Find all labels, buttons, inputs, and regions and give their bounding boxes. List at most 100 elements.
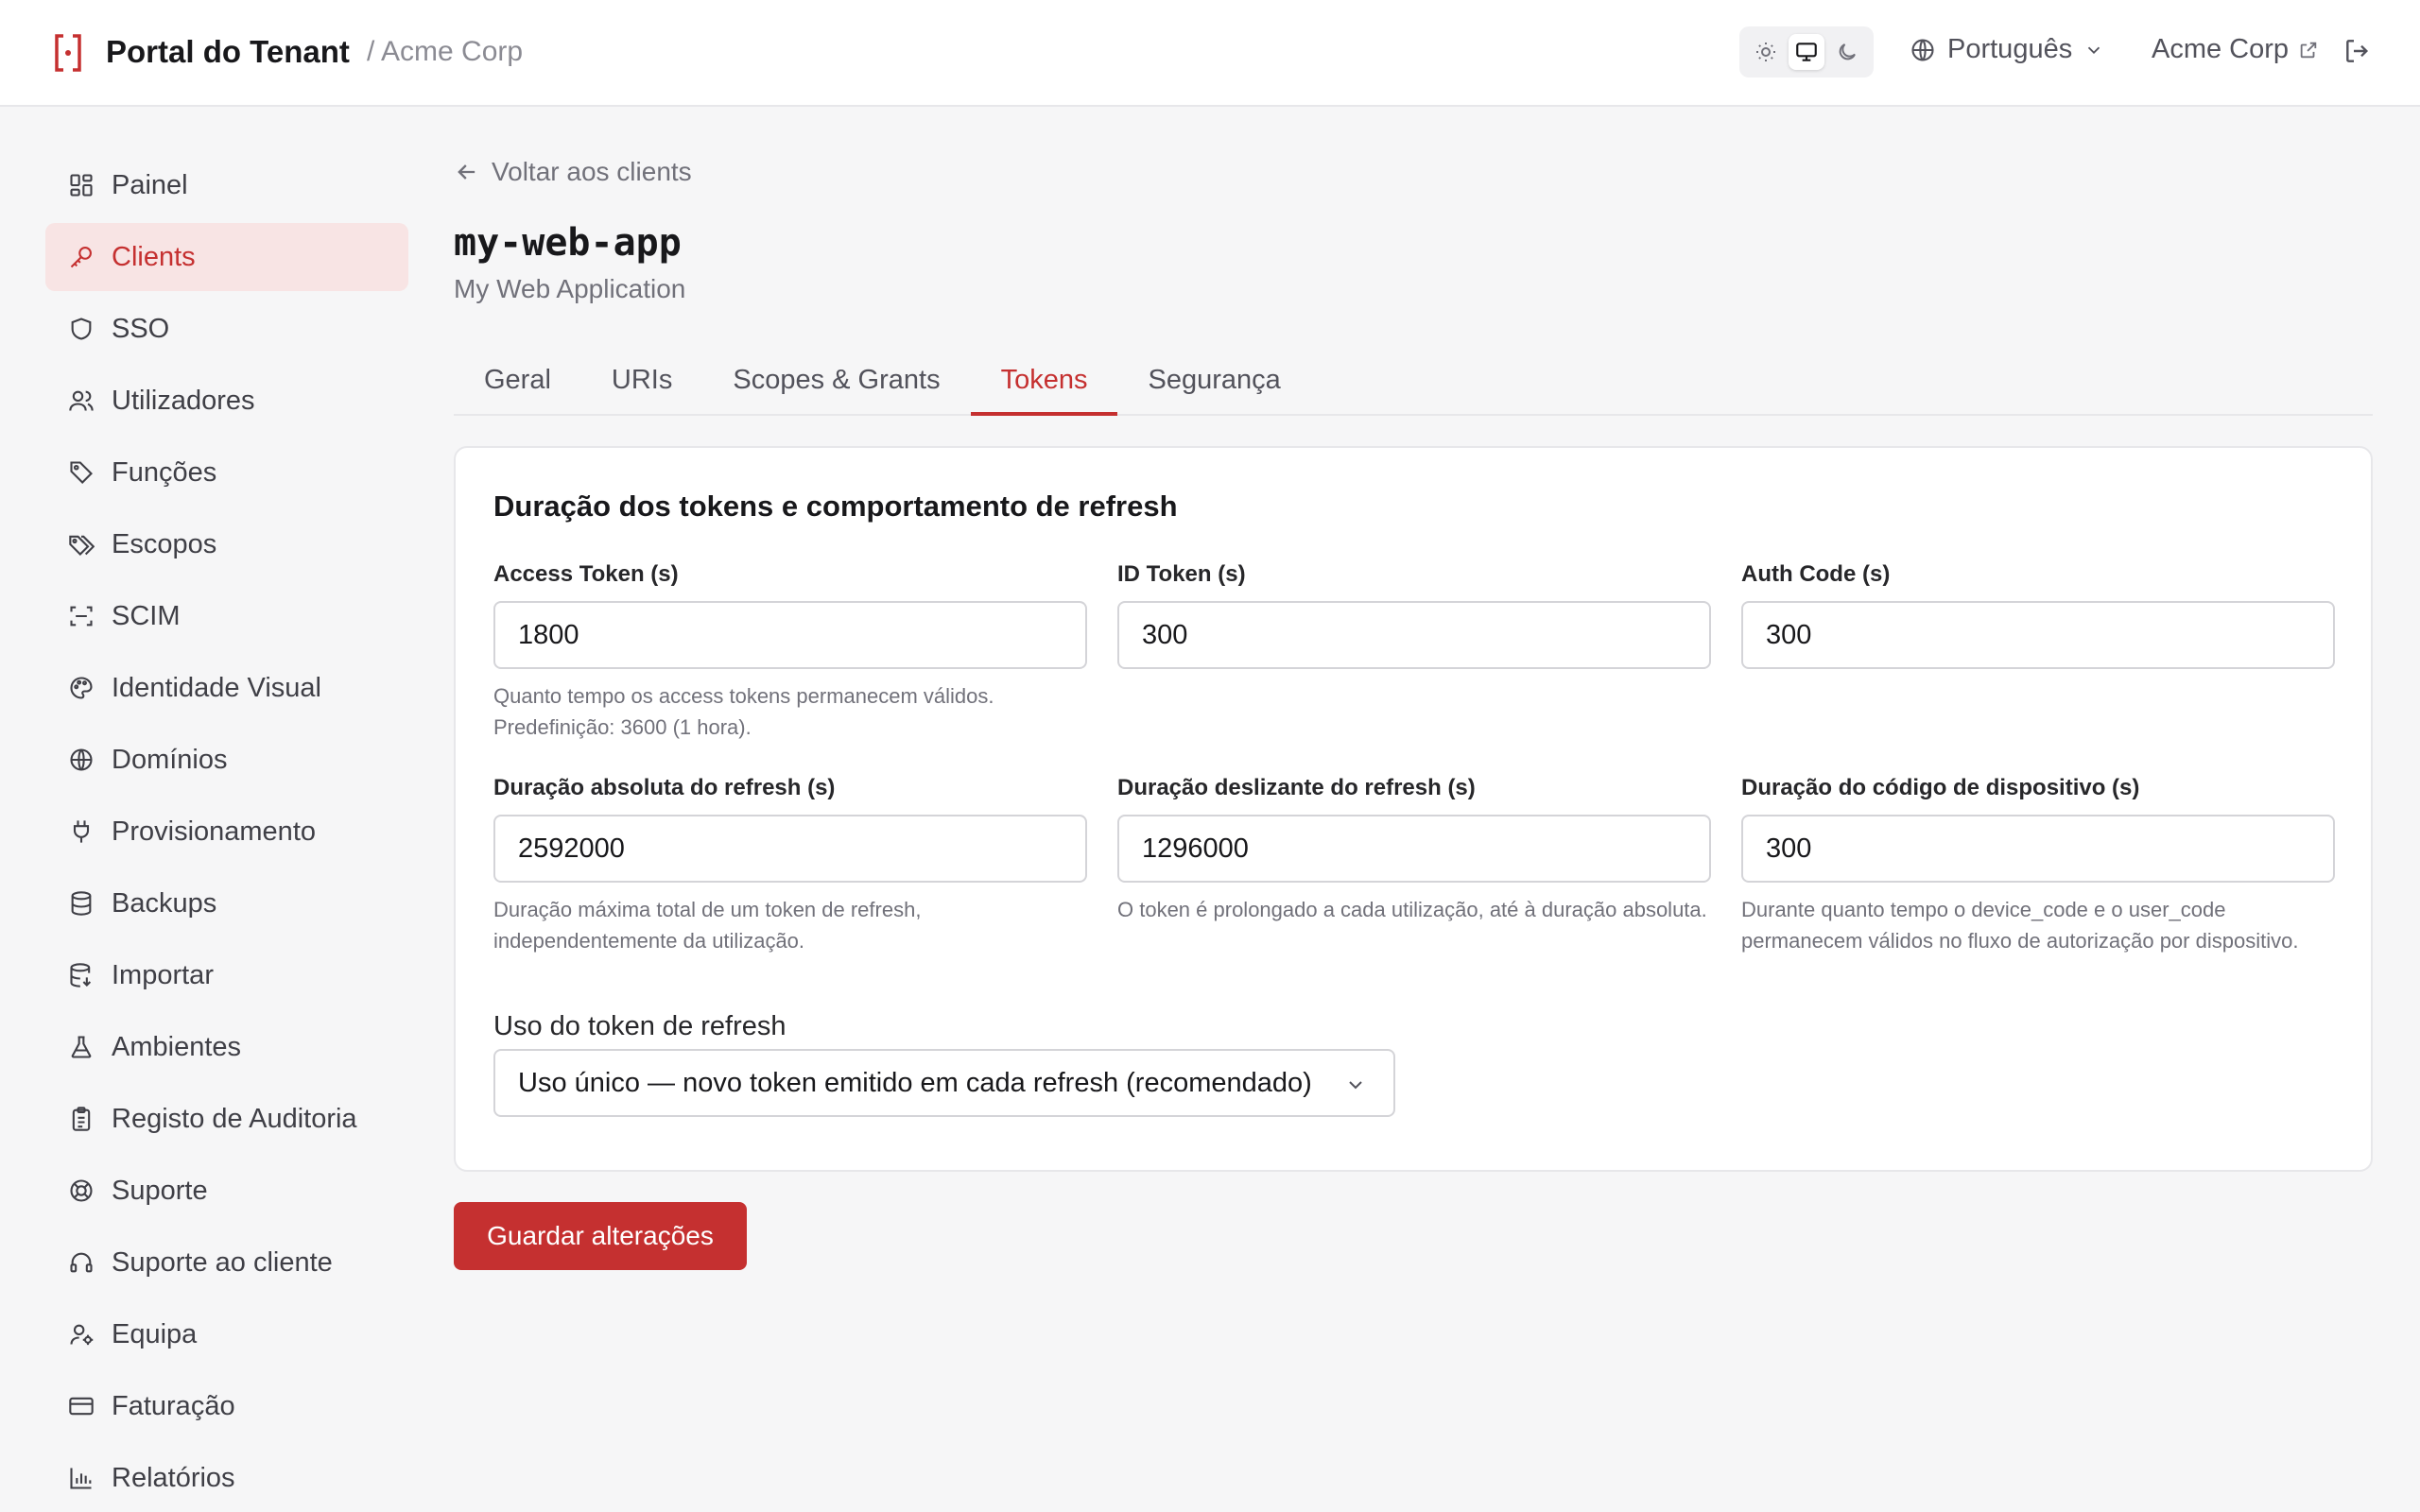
back-to-clients-link[interactable]: Voltar aos clients xyxy=(454,151,2373,193)
language-selector[interactable]: Português xyxy=(1910,34,2104,65)
sidebar-item-funcoes[interactable]: Funções xyxy=(45,438,408,507)
sidebar-item-sso[interactable]: SSO xyxy=(45,295,408,363)
sun-icon xyxy=(1755,43,1775,61)
chevron-down-icon xyxy=(2088,46,2100,54)
refresh-usage-label: Uso do token de refresh xyxy=(493,1011,786,1041)
refresh-absolute-help: Duração máxima total de um token de refr… xyxy=(493,898,922,953)
sidebar-item-backups[interactable]: Backups xyxy=(45,869,408,937)
scan-icon xyxy=(70,606,93,627)
sidebar-item-painel[interactable]: Painel xyxy=(45,151,408,219)
id-token-label: ID Token (s) xyxy=(1117,561,1246,587)
sidebar-item-escopos[interactable]: Escopos xyxy=(45,510,408,578)
sidebar: Painel Clients SSO Utilizadores Funções … xyxy=(45,151,408,1512)
sidebar-item-label: Clients xyxy=(112,241,196,272)
sidebar-item-label: Escopos xyxy=(112,528,217,559)
tab-geral[interactable]: Geral xyxy=(454,353,581,416)
sidebar-item-label: Registo de Auditoria xyxy=(112,1103,357,1134)
database-icon xyxy=(71,891,92,916)
auth-code-input[interactable]: 300 xyxy=(1741,601,2335,669)
light-theme-button[interactable] xyxy=(1748,34,1784,70)
access-token-field-group: Access Token (s) 1800 Quanto tempo os ac… xyxy=(493,561,1087,743)
refresh-usage-select[interactable]: Uso único — novo token emitido em cada r… xyxy=(493,1049,1395,1117)
refresh-absolute-label: Duração absoluta do refresh (s) xyxy=(493,775,836,800)
id-token-input[interactable]: 300 xyxy=(1117,601,1711,669)
sidebar-item-suporte[interactable]: Suporte xyxy=(45,1157,408,1225)
refresh-sliding-field-group: Duração deslizante do refresh (s) 129600… xyxy=(1117,775,1711,925)
refresh-sliding-input[interactable]: 1296000 xyxy=(1117,815,1711,883)
tenant-external-link[interactable]: Acme Corp xyxy=(2152,34,2319,65)
tab-scopes-grants[interactable]: Scopes & Grants xyxy=(702,353,970,416)
brand-logo xyxy=(53,32,83,74)
globe-icon xyxy=(1911,38,1934,61)
sidebar-item-label: Relatórios xyxy=(112,1462,235,1493)
headset-icon xyxy=(70,1252,93,1273)
logout-button[interactable] xyxy=(2342,36,2373,71)
tab-tokens[interactable]: Tokens xyxy=(970,353,1118,416)
refresh-absolute-input[interactable]: 2592000 xyxy=(493,815,1087,883)
sidebar-item-importar[interactable]: Importar xyxy=(45,941,408,1009)
sidebar-item-label: Suporte ao cliente xyxy=(112,1246,333,1278)
sidebar-item-label: Funções xyxy=(112,456,217,488)
tags-icon xyxy=(69,535,95,556)
sidebar-item-utilizadores[interactable]: Utilizadores xyxy=(45,367,408,435)
access-token-help: Quanto tempo os access tokens permanecem… xyxy=(493,684,994,739)
logout-icon xyxy=(2346,40,2369,62)
back-link-label: Voltar aos clients xyxy=(492,157,692,186)
external-link-icon xyxy=(2300,42,2317,58)
sidebar-item-clients[interactable]: Clients xyxy=(45,223,408,291)
refresh-absolute-field-group: Duração absoluta do refresh (s) 2592000 … xyxy=(493,775,1087,956)
sidebar-item-provisionamento[interactable]: Provisionamento xyxy=(45,798,408,866)
dark-theme-button[interactable] xyxy=(1829,34,1865,70)
user-gear-icon xyxy=(70,1324,94,1346)
tenant-breadcrumb: / Acme Corp xyxy=(367,36,524,67)
device-code-help: Durante quanto tempo o device_code e o u… xyxy=(1741,898,2299,953)
globe-icon xyxy=(70,748,93,771)
sidebar-item-label: Domínios xyxy=(112,744,228,775)
save-changes-button[interactable]: Guardar alterações xyxy=(454,1202,747,1270)
theme-switcher xyxy=(1739,26,1874,77)
device-code-field-group: Duração do código de dispositivo (s) 300… xyxy=(1741,775,2335,956)
tenant-link-label: Acme Corp xyxy=(2152,34,2290,64)
page-title: my-web-app xyxy=(454,221,682,265)
credit-card-icon xyxy=(69,1397,94,1416)
sidebar-item-scim[interactable]: SCIM xyxy=(45,582,408,650)
device-code-label: Duração do código de dispositivo (s) xyxy=(1741,775,2140,800)
client-tabs: Geral URIs Scopes & Grants Tokens Segura… xyxy=(454,353,2373,416)
lifebuoy-icon xyxy=(70,1179,93,1202)
refresh-sliding-help: O token é prolongado a cada utilização, … xyxy=(1117,898,1707,921)
language-label: Português xyxy=(1947,34,2073,64)
monitor-icon xyxy=(1796,43,1817,61)
sidebar-item-label: Suporte xyxy=(112,1175,208,1206)
device-code-input[interactable]: 300 xyxy=(1741,815,2335,883)
id-token-field-group: ID Token (s) 300 xyxy=(1117,561,1711,669)
sidebar-item-label: Painel xyxy=(112,169,188,200)
sidebar-item-label: Equipa xyxy=(112,1318,198,1349)
sidebar-item-relatorios[interactable]: Relatórios xyxy=(45,1444,408,1512)
system-theme-button[interactable] xyxy=(1788,34,1824,70)
sidebar-item-identidade-visual[interactable]: Identidade Visual xyxy=(45,654,408,722)
main-content: Voltar aos clients my-web-app My Web App… xyxy=(454,151,2373,1270)
sidebar-item-ambientes[interactable]: Ambientes xyxy=(45,1013,408,1081)
bar-chart-icon xyxy=(70,1468,92,1489)
dashboard-icon xyxy=(70,174,93,197)
token-settings-card: Duração dos tokens e comportamento de re… xyxy=(454,446,2373,1172)
sidebar-item-suporte-ao-cliente[interactable]: Suporte ao cliente xyxy=(45,1228,408,1297)
sidebar-item-equipa[interactable]: Equipa xyxy=(45,1300,408,1368)
app-title[interactable]: Portal do Tenant xyxy=(106,34,350,70)
sidebar-item-dominios[interactable]: Domínios xyxy=(45,726,408,794)
sidebar-item-registo-de-auditoria[interactable]: Registo de Auditoria xyxy=(45,1085,408,1153)
sidebar-item-faturacao[interactable]: Faturação xyxy=(45,1372,408,1440)
sidebar-item-label: Importar xyxy=(112,959,214,990)
sidebar-item-label: Ambientes xyxy=(112,1031,242,1062)
chevron-down-icon xyxy=(1349,1081,1362,1090)
sidebar-item-label: Provisionamento xyxy=(112,816,316,847)
users-icon xyxy=(69,390,94,411)
access-token-input[interactable]: 1800 xyxy=(493,601,1087,669)
refresh-sliding-label: Duração deslizante do refresh (s) xyxy=(1117,775,1476,800)
plug-icon xyxy=(73,820,90,843)
tab-uris[interactable]: URIs xyxy=(581,353,702,416)
shield-icon xyxy=(71,318,92,340)
sidebar-item-label: Faturação xyxy=(112,1390,235,1421)
sidebar-item-label: Backups xyxy=(112,887,217,919)
tab-seguranca[interactable]: Segurança xyxy=(1117,353,1310,416)
